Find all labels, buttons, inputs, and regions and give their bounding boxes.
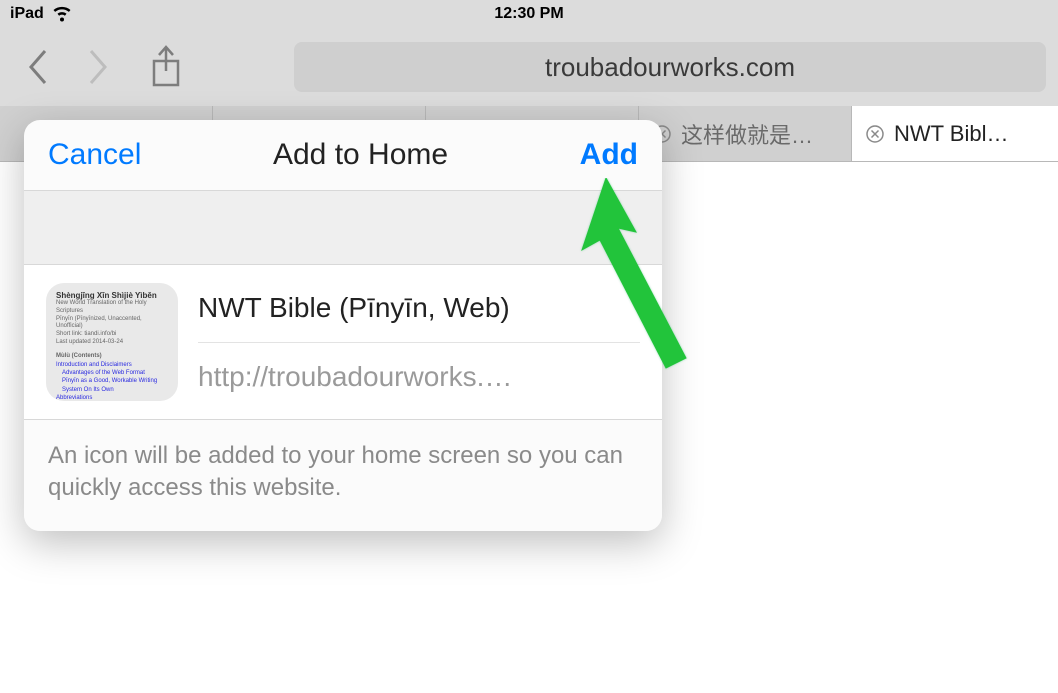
bookmark-title-input[interactable]: NWT Bible (Pīnyīn, Web) — [198, 284, 640, 343]
browser-toolbar: troubadourworks.com — [0, 28, 1058, 106]
thumb-line: New World Translation of the Holy Script… — [56, 300, 168, 316]
add-to-home-popover: Cancel Add to Home Add Shèngjīng Xīn Shì… — [24, 120, 662, 531]
add-button[interactable]: Add — [580, 138, 638, 172]
tab-label: 这样做就是… — [681, 118, 813, 150]
site-thumbnail: Shèngjīng Xīn Shìjiè Yìběn New World Tra… — [46, 283, 178, 401]
thumb-link: Pīnyīn as a Good, Workable Writing Syste… — [56, 377, 168, 394]
tab-4[interactable]: NWT Bibl… — [852, 106, 1058, 161]
bookmark-url: http://troubadourworks.… — [198, 343, 640, 401]
status-bar: iPad 12:30 PM — [0, 0, 1058, 28]
bookmark-fields: NWT Bible (Pīnyīn, Web) http://troubadou… — [198, 283, 640, 401]
device-label: iPad — [10, 5, 44, 23]
cancel-button[interactable]: Cancel — [48, 138, 141, 172]
address-text: troubadourworks.com — [545, 52, 795, 83]
wifi-icon — [52, 6, 72, 22]
thumb-line: Last updated 2014-03-24 — [56, 339, 168, 347]
back-button[interactable] — [12, 41, 64, 93]
popover-header: Cancel Add to Home Add — [24, 120, 662, 191]
popover-title: Add to Home — [273, 138, 448, 172]
address-bar[interactable]: troubadourworks.com — [294, 42, 1046, 92]
thumb-link: Advantages of the Web Format — [56, 369, 168, 377]
popover-spacer — [24, 191, 662, 265]
status-left: iPad — [10, 5, 72, 23]
popover-footer-text: An icon will be added to your home scree… — [24, 420, 662, 531]
thumb-link: Abbreviations — [56, 394, 168, 401]
thumb-line: Short link: tiandi.info/bi — [56, 331, 168, 339]
tab-3[interactable]: 这样做就是… — [639, 106, 852, 161]
thumb-link: Introduction and Disclaimers — [56, 361, 168, 369]
forward-button[interactable] — [72, 41, 124, 93]
thumb-line: Pīnyīn (Pīnyīnized, Unaccented, Unoffici… — [56, 316, 168, 332]
thumb-heading: Mùlù (Contents) — [56, 353, 168, 361]
thumb-title: Shèngjīng Xīn Shìjiè Yìběn — [56, 291, 168, 300]
close-icon[interactable] — [866, 125, 884, 143]
bookmark-row: Shèngjīng Xīn Shìjiè Yìběn New World Tra… — [24, 265, 662, 420]
clock: 12:30 PM — [494, 5, 563, 23]
share-button[interactable] — [136, 37, 196, 97]
tab-label: NWT Bibl… — [894, 121, 1009, 147]
